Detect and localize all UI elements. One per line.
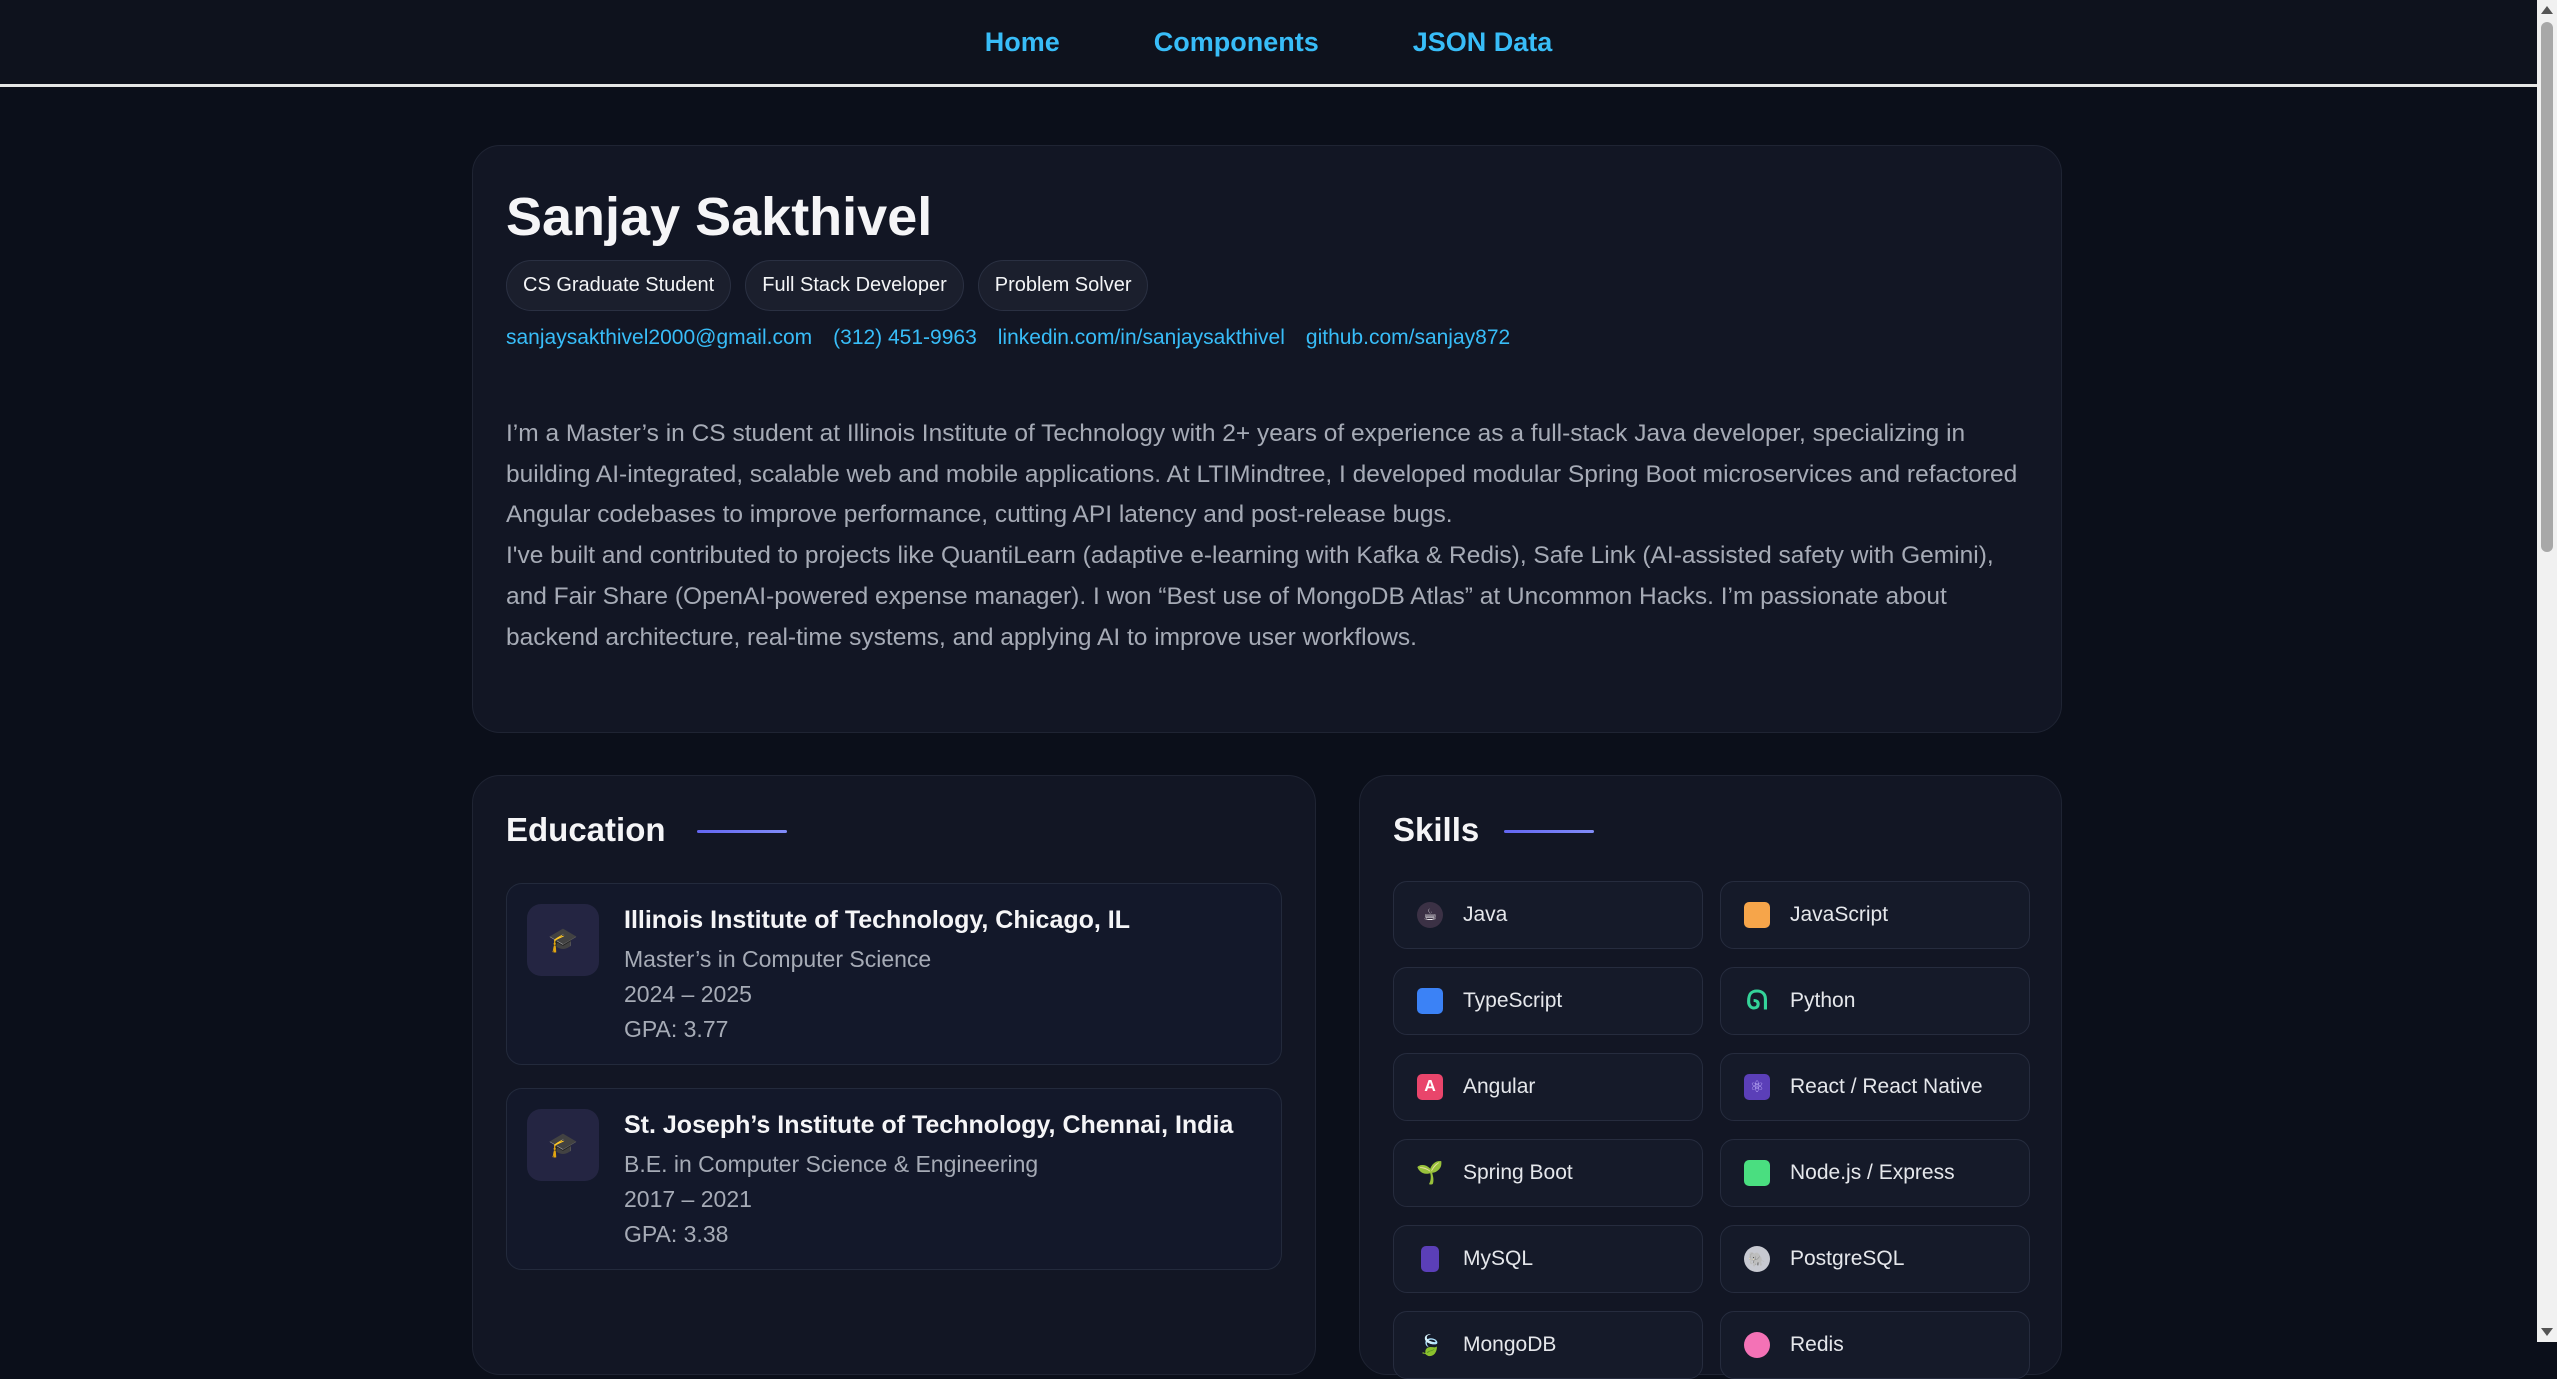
skill-label: Spring Boot bbox=[1463, 1161, 1573, 1184]
skill-javascript[interactable]: JavaScript bbox=[1720, 881, 2030, 949]
skills-title-underline bbox=[1504, 830, 1594, 833]
tag-full-stack: Full Stack Developer bbox=[745, 260, 964, 311]
skills-card: Skills ☕ Java JavaScript TypeScript ᘏ Py… bbox=[1359, 775, 2062, 1379]
skill-angular[interactable]: A Angular bbox=[1393, 1053, 1703, 1121]
skill-mongodb[interactable]: 🍃 MongoDB bbox=[1393, 1311, 1703, 1379]
page-scrollbar[interactable] bbox=[2537, 0, 2557, 1342]
email-link[interactable]: sanjaysakthivel2000@gmail.com bbox=[506, 326, 812, 350]
graduation-cap-icon: 🎓 bbox=[527, 904, 599, 976]
skill-react[interactable]: ⚛ React / React Native bbox=[1720, 1053, 2030, 1121]
education-card: Education 🎓 Illinois Institute of Techno… bbox=[472, 775, 1316, 1375]
school-name: St. Joseph’s Institute of Technology, Ch… bbox=[624, 1111, 1234, 1139]
skills-title: Skills bbox=[1393, 811, 1480, 848]
nav-json-data-link[interactable]: JSON Data bbox=[1413, 27, 1553, 58]
spring-boot-icon: 🌱 bbox=[1416, 1160, 1444, 1185]
tag-cs-graduate: CS Graduate Student bbox=[506, 260, 732, 311]
education-item: 🎓 Illinois Institute of Technology, Chic… bbox=[506, 883, 1282, 1065]
skill-label: React / React Native bbox=[1790, 1075, 1983, 1098]
skill-postgresql[interactable]: 🐘 PostgreSQL bbox=[1720, 1225, 2030, 1293]
gpa: GPA: 3.77 bbox=[624, 1016, 729, 1042]
profile-tags: CS Graduate Student Full Stack Developer… bbox=[506, 260, 1149, 311]
school-name: Illinois Institute of Technology, Chicag… bbox=[624, 906, 1131, 934]
years: 2024 – 2025 bbox=[624, 981, 752, 1007]
phone-link[interactable]: (312) 451-9963 bbox=[833, 326, 977, 350]
typescript-icon bbox=[1417, 988, 1443, 1014]
skill-label: Redis bbox=[1790, 1333, 1844, 1356]
degree: B.E. in Computer Science & Engineering bbox=[624, 1151, 1039, 1177]
mongodb-icon: 🍃 bbox=[1417, 1334, 1443, 1357]
gpa: GPA: 3.38 bbox=[624, 1221, 729, 1247]
postgresql-icon: 🐘 bbox=[1744, 1246, 1770, 1272]
skill-spring-boot[interactable]: 🌱 Spring Boot bbox=[1393, 1139, 1703, 1207]
bio-paragraph-1: I’m a Master’s in CS student at Illinois… bbox=[506, 420, 2018, 529]
skill-redis[interactable]: Redis bbox=[1720, 1311, 2030, 1379]
education-item: 🎓 St. Joseph’s Institute of Technology, … bbox=[506, 1088, 1282, 1270]
top-navigation: Home Components JSON Data bbox=[0, 0, 2537, 87]
skill-label: TypeScript bbox=[1463, 989, 1563, 1012]
skill-label: MongoDB bbox=[1463, 1333, 1557, 1356]
react-icon: ⚛ bbox=[1744, 1074, 1770, 1100]
java-icon: ☕ bbox=[1417, 902, 1443, 928]
skill-label: Angular bbox=[1463, 1075, 1536, 1098]
scroll-down-arrow-icon[interactable] bbox=[2541, 1328, 2553, 1336]
skill-nodejs[interactable]: Node.js / Express bbox=[1720, 1139, 2030, 1207]
scrollbar-thumb[interactable] bbox=[2541, 22, 2553, 552]
profile-card: Sanjay Sakthivel CS Graduate Student Ful… bbox=[472, 145, 2062, 733]
github-link[interactable]: github.com/sanjay872 bbox=[1306, 326, 1510, 350]
degree: Master’s in Computer Science bbox=[624, 946, 932, 972]
contact-links: sanjaysakthivel2000@gmail.com (312) 451-… bbox=[506, 326, 1510, 350]
skill-label: PostgreSQL bbox=[1790, 1247, 1905, 1270]
skill-label: Java bbox=[1463, 903, 1508, 926]
education-title-underline bbox=[697, 830, 787, 833]
mysql-icon bbox=[1421, 1246, 1439, 1272]
nav-home-link[interactable]: Home bbox=[985, 27, 1060, 58]
nav-components-link[interactable]: Components bbox=[1154, 27, 1319, 58]
graduation-cap-icon: 🎓 bbox=[527, 1109, 599, 1181]
skill-java[interactable]: ☕ Java bbox=[1393, 881, 1703, 949]
skill-label: JavaScript bbox=[1790, 903, 1889, 926]
bio-paragraph-2: I've built and contributed to projects l… bbox=[506, 542, 1994, 651]
skill-mysql[interactable]: MySQL bbox=[1393, 1225, 1703, 1293]
redis-icon bbox=[1744, 1332, 1770, 1358]
javascript-icon bbox=[1744, 902, 1770, 928]
skill-label: Python bbox=[1790, 989, 1856, 1012]
skill-label: Node.js / Express bbox=[1790, 1161, 1955, 1184]
angular-icon: A bbox=[1417, 1074, 1443, 1100]
years: 2017 – 2021 bbox=[624, 1186, 752, 1212]
profile-name: Sanjay Sakthivel bbox=[506, 187, 933, 247]
skill-python[interactable]: ᘏ Python bbox=[1720, 967, 2030, 1035]
python-icon: ᘏ bbox=[1746, 985, 1768, 1015]
tag-problem-solver: Problem Solver bbox=[977, 260, 1149, 311]
profile-bio: I’m a Master’s in CS student at Illinois… bbox=[506, 414, 2036, 658]
linkedin-link[interactable]: linkedin.com/in/sanjaysakthivel bbox=[998, 326, 1285, 350]
nodejs-icon bbox=[1744, 1160, 1770, 1186]
education-title: Education bbox=[506, 811, 666, 848]
skill-typescript[interactable]: TypeScript bbox=[1393, 967, 1703, 1035]
skill-label: MySQL bbox=[1463, 1247, 1534, 1270]
scroll-up-arrow-icon[interactable] bbox=[2541, 6, 2553, 14]
